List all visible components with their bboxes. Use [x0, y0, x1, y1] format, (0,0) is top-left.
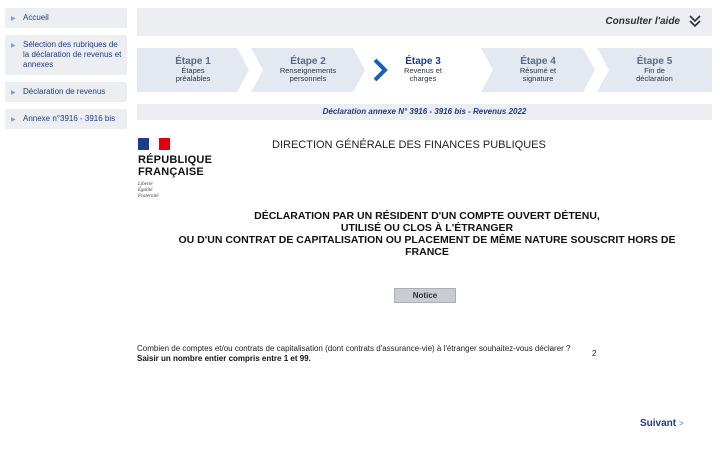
notice-button[interactable]: Notice	[394, 288, 456, 303]
step-title: Étape 3	[405, 56, 441, 67]
sidebar-item-declaration-revenus[interactable]: ▶ Déclaration de revenus	[5, 82, 127, 102]
declaration-subtitle-bar: Déclaration annexe N° 3916 - 3916 bis - …	[137, 104, 712, 120]
sidebar-item-label: Annexe n°3916 - 3916 bis	[23, 114, 116, 123]
sidebar-item-label: Sélection des rubriques de la déclaratio…	[23, 40, 122, 69]
form-title-line: FRANCE	[405, 246, 449, 258]
sidebar-item-annexe-3916[interactable]: ▶ Annexe n°3916 - 3916 bis	[5, 109, 127, 129]
account-count-input[interactable]	[588, 346, 608, 360]
step-desc: Fin de déclaration	[636, 66, 673, 83]
double-chevron-down-icon[interactable]	[688, 13, 702, 29]
logo-text-line1: RÉPUBLIQUE	[138, 154, 213, 166]
logo-motto: Liberté Égalité Fraternité	[138, 182, 212, 200]
step-3-current: Étape 3 Revenus et charges	[367, 48, 479, 92]
question-text: Combien de comptes et/ou contrats de cap…	[137, 344, 571, 353]
step-desc: Renseignements personnels	[279, 66, 337, 83]
republique-francaise-logo: RÉPUBLIQUE FRANÇAISE Liberté Égalité Fra…	[138, 138, 212, 200]
form-title-line: UTILISÉ OU CLOS À L'ÉTRANGER	[340, 222, 514, 234]
help-bar: Consulter l'aide	[137, 8, 712, 36]
step-5: Étape 5 Fin de déclaration	[597, 48, 712, 92]
form-title: DÉCLARATION PAR UN RÉSIDENT D'UN COMPTE …	[137, 210, 717, 258]
step-title: Étape 2	[290, 56, 326, 67]
form-title-line: OU D'UN CONTRAT DE CAPITALISATION OU PLA…	[178, 234, 676, 246]
logo-text-line2: FRANÇAISE	[138, 166, 204, 178]
sidebar-item-accueil[interactable]: ▶ Accueil	[5, 8, 127, 28]
step-4: Étape 4 Résumé et signature	[481, 48, 595, 92]
help-link[interactable]: Consulter l'aide	[605, 16, 680, 27]
dgfip-heading: DIRECTION GÉNÉRALE DES FINANCES PUBLIQUE…	[272, 139, 546, 151]
form-title-line: DÉCLARATION PAR UN RÉSIDENT D'UN COMPTE …	[254, 210, 600, 222]
step-desc: Étapes préalables	[175, 66, 211, 83]
step-2: Étape 2 Renseignements personnels	[251, 48, 365, 92]
question-hint: Saisir un nombre entier compris entre 1 …	[137, 354, 311, 363]
next-button[interactable]: Suivant >	[640, 418, 684, 429]
sidebar-item-selection-rubriques[interactable]: ▶ Sélection des rubriques de la déclarat…	[5, 35, 127, 75]
next-label: Suivant	[640, 418, 677, 429]
french-flag-icon	[138, 138, 170, 150]
step-title: Étape 4	[520, 56, 556, 67]
bullet-arrow-icon: ▶	[11, 16, 16, 22]
account-count-question: Combien de comptes et/ou contrats de cap…	[137, 344, 582, 364]
step-desc: Revenus et charges	[404, 66, 442, 83]
sidebar: ▶ Accueil ▶ Sélection des rubriques de l…	[5, 8, 127, 136]
step-1: Étape 1 Étapes préalables	[137, 48, 249, 92]
bullet-arrow-icon: ▶	[11, 90, 16, 96]
motto-word: Fraternité	[138, 194, 159, 199]
progress-steps: Étape 1 Étapes préalables Étape 2 Rensei…	[137, 48, 712, 92]
step-desc: Résumé et signature	[519, 66, 557, 83]
bullet-arrow-icon: ▶	[11, 117, 16, 123]
next-arrow-icon: >	[678, 419, 684, 428]
sidebar-item-label: Accueil	[23, 13, 49, 22]
bullet-arrow-icon: ▶	[11, 43, 16, 49]
sidebar-item-label: Déclaration de revenus	[23, 87, 106, 96]
step-title: Étape 5	[636, 56, 673, 67]
step-title: Étape 1	[175, 56, 211, 67]
